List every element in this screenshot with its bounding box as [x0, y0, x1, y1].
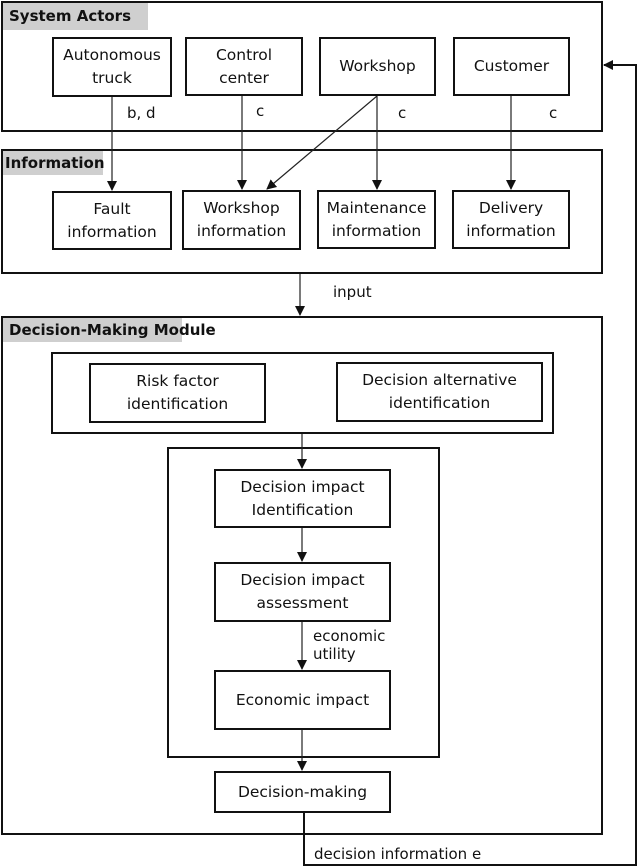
info-fault: Fault information	[52, 191, 172, 250]
edge-label-truck: b, d	[127, 104, 156, 122]
information-label: Information	[3, 151, 105, 175]
feedback-label: decision information e	[314, 845, 482, 863]
decision-making-module-label: Decision-Making Module	[3, 318, 216, 342]
info-delivery: Delivery information	[452, 190, 570, 249]
info-workshop: Workshop information	[182, 190, 301, 250]
edge-label-control-center: c	[256, 102, 265, 120]
economic-utility-label: economic utility	[313, 627, 386, 663]
decision-making: Decision-making	[214, 771, 391, 813]
edge-label-workshop: c	[398, 104, 407, 122]
actor-control-center: Control center	[185, 37, 303, 96]
system-actors-label: System Actors	[3, 3, 148, 30]
actor-customer: Customer	[453, 37, 570, 96]
input-label: input	[333, 283, 372, 301]
decision-impact-identification: Decision impact Identification	[214, 469, 391, 528]
decision-impact-assessment: Decision impact assessment	[214, 562, 391, 622]
edge-label-customer: c	[549, 104, 558, 122]
risk-factor-identification: Risk factor identification	[89, 363, 266, 423]
actor-workshop: Workshop	[319, 37, 436, 96]
info-maintenance: Maintenance information	[317, 190, 436, 249]
actor-autonomous-truck: Autonomous truck	[52, 37, 172, 97]
decision-alternative-identification: Decision alternative identification	[336, 362, 543, 422]
economic-impact: Economic impact	[214, 670, 391, 730]
